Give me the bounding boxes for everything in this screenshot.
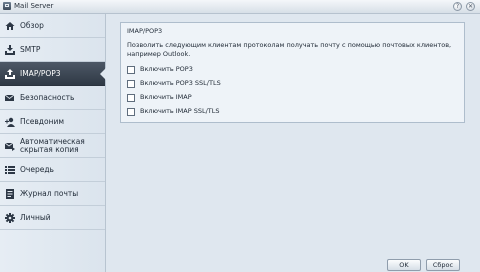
user-add-icon [5,117,15,127]
group-description: Позволить следующим клиентам протоколам … [127,41,452,58]
enable-pop3-checkbox[interactable] [127,66,135,74]
close-icon: ✕ [467,3,474,10]
group-title: IMAP/POP3 [127,27,163,35]
enable-imap-ssl-checkbox[interactable] [127,108,135,116]
option-label: Включить IMAP SSL/TLS [140,107,220,115]
sidebar-item-mail-log[interactable]: Журнал почты [0,182,105,206]
option-label: Включить POP3 [140,65,193,73]
close-button[interactable]: ✕ [466,2,475,11]
sidebar-item-security[interactable]: Безопасность [0,86,105,110]
sidebar-item-label: Журнал почты [20,189,79,198]
sidebar-item-label: IMAP/POP3 [20,69,61,78]
help-icon: ? [455,3,460,10]
sidebar-item-auto-bcc[interactable]: Автоматическая скрытая копия [0,134,105,158]
sidebar-item-label: SMTP [20,45,41,54]
option-label: Включить IMAP [140,93,192,101]
enable-imap-checkbox[interactable] [127,94,135,102]
sidebar-item-queue[interactable]: Очередь [0,158,105,182]
ok-button[interactable]: OK [387,259,421,271]
house-icon [5,21,15,31]
sidebar-item-label: Личный [20,213,51,222]
download-tray-icon [5,45,15,55]
main-panel: IMAP/POP3 Позволить следующим клиентам п… [106,14,480,272]
sidebar-item-label: Автоматическая скрытая копия [20,137,85,154]
sidebar-item-label: Обзор [20,21,44,30]
window-title: Mail Server [14,2,54,10]
envelope-arrow-icon [5,141,15,151]
sidebar-item-imap-pop3[interactable]: IMAP/POP3 [0,62,106,86]
option-label: Включить POP3 SSL/TLS [140,79,221,87]
mail-server-window: Mail Server ? ✕ Обзор SMTP IMAP/POP3 Без… [0,0,480,272]
sidebar: Обзор SMTP IMAP/POP3 Безопасность Псевдо… [0,14,106,272]
gear-icon [5,213,15,223]
document-icon [5,189,15,199]
help-button[interactable]: ? [453,2,462,11]
sidebar-item-overview[interactable]: Обзор [0,14,105,38]
sidebar-item-label: Безопасность [20,93,75,102]
upload-tray-icon [5,69,15,79]
sidebar-item-label: Очередь [20,165,54,174]
enable-pop3-ssl-checkbox[interactable] [127,80,135,88]
sidebar-item-alias[interactable]: Псевдоним [0,110,105,134]
sidebar-item-personal[interactable]: Личный [0,206,105,230]
imap-pop3-settings-group: IMAP/POP3 Позволить следующим клиентам п… [120,22,465,123]
reset-button[interactable]: Сброс [426,259,460,271]
sidebar-item-smtp[interactable]: SMTP [0,38,105,62]
title-bar: Mail Server ? ✕ [0,0,480,14]
envelope-shield-icon [5,93,15,103]
mail-server-app-icon [3,2,11,10]
list-icon [5,165,15,175]
sidebar-item-label: Псевдоним [20,117,65,126]
